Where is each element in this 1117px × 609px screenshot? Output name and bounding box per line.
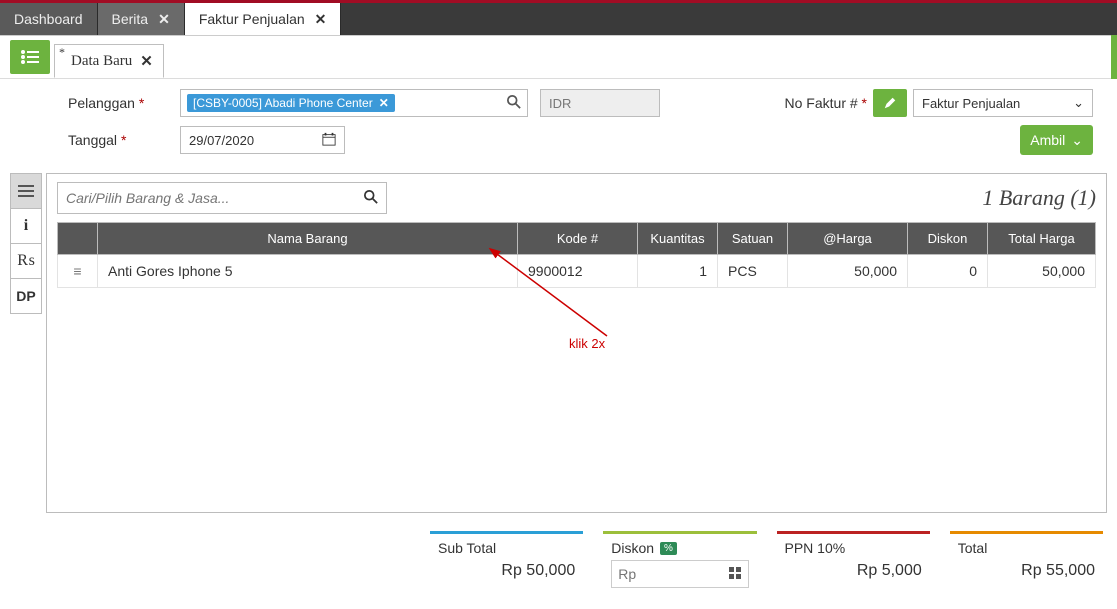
- table-row[interactable]: ≡ Anti Gores Iphone 5 9900012 1 PCS 50,0…: [58, 255, 1096, 288]
- col-diskon: Diskon: [908, 223, 988, 255]
- tab-dashboard-label: Dashboard: [14, 11, 83, 27]
- items-panel: 1 Barang (1) Nama Barang Kode # Kuantita…: [46, 173, 1107, 513]
- pencil-icon: [883, 96, 897, 110]
- pelanggan-input[interactable]: [CSBY-0005] Abadi Phone Center✕: [180, 89, 528, 117]
- tanggal-value: 29/07/2020: [189, 133, 254, 148]
- no-faktur-type-value: Faktur Penjualan: [922, 96, 1020, 111]
- dp-label: DP: [16, 288, 35, 304]
- tanggal-label: Tanggal *: [68, 132, 180, 148]
- main-tabs: Dashboard Berita ✕ Faktur Penjualan ✕: [0, 0, 1117, 35]
- sub-tab-close-icon[interactable]: ✕: [140, 52, 153, 71]
- total-grand-label: Total: [958, 540, 1095, 556]
- cell-diskon[interactable]: 0: [908, 255, 988, 288]
- cell-nama[interactable]: Anti Gores Iphone 5: [98, 255, 518, 288]
- search-icon[interactable]: [364, 190, 378, 207]
- total-sub: Sub Total Rp 50,000: [430, 531, 583, 594]
- cell-satuan[interactable]: PCS: [718, 255, 788, 288]
- right-panel-handle[interactable]: [1111, 35, 1117, 79]
- total-diskon-label: Diskon: [611, 540, 654, 556]
- list-menu-button[interactable]: [10, 40, 50, 74]
- vtab-dp[interactable]: DP: [10, 278, 42, 314]
- diskon-input[interactable]: [618, 566, 713, 582]
- pelanggan-label: Pelanggan *: [68, 95, 180, 111]
- cell-kuantitas[interactable]: 1: [638, 255, 718, 288]
- total-sub-label: Sub Total: [438, 540, 575, 556]
- col-harga: @Harga: [788, 223, 908, 255]
- total-grand: Total Rp 55,000: [950, 531, 1103, 594]
- no-faktur-type-select[interactable]: Faktur Penjualan ⌄: [913, 89, 1093, 117]
- cell-kode[interactable]: 9900012: [518, 255, 638, 288]
- total-sub-value: Rp 50,000: [438, 562, 575, 580]
- row-handle-icon[interactable]: ≡: [58, 255, 98, 288]
- tab-dashboard[interactable]: Dashboard: [0, 3, 98, 35]
- col-nama: Nama Barang: [98, 223, 518, 255]
- item-count: 1 Barang (1): [982, 185, 1096, 211]
- currency-icon: ₨: [17, 252, 35, 270]
- tab-berita-close-icon[interactable]: ✕: [158, 11, 170, 28]
- lines-icon: [18, 184, 34, 198]
- tab-berita[interactable]: Berita ✕: [98, 3, 185, 35]
- col-total: Total Harga: [988, 223, 1096, 255]
- pelanggan-search-icon[interactable]: [507, 95, 521, 112]
- items-table: Nama Barang Kode # Kuantitas Satuan @Har…: [57, 222, 1096, 288]
- keypad-icon[interactable]: [728, 566, 742, 583]
- tab-faktur-penjualan[interactable]: Faktur Penjualan ✕: [185, 3, 342, 35]
- total-diskon: Diskon%: [603, 531, 756, 594]
- cell-harga[interactable]: 50,000: [788, 255, 908, 288]
- sub-tab-label: Data Baru: [71, 53, 132, 70]
- edit-no-faktur-button[interactable]: [873, 89, 907, 117]
- total-ppn: PPN 10% Rp 5,000: [777, 531, 930, 594]
- col-handle: [58, 223, 98, 255]
- chevron-down-icon: ⌄: [1073, 95, 1084, 111]
- item-search[interactable]: [57, 182, 387, 214]
- total-ppn-label: PPN 10%: [785, 540, 922, 556]
- chevron-down-icon: ⌄: [1071, 132, 1083, 149]
- vtab-currency[interactable]: ₨: [10, 243, 42, 279]
- pelanggan-chip-remove-icon[interactable]: ✕: [379, 96, 389, 110]
- cell-total[interactable]: 50,000: [988, 255, 1096, 288]
- item-search-input[interactable]: [66, 190, 346, 206]
- ambil-button[interactable]: Ambil⌄: [1020, 125, 1093, 155]
- sub-tab-data-baru[interactable]: * Data Baru ✕: [54, 44, 164, 78]
- total-grand-value: Rp 55,000: [958, 562, 1095, 580]
- percent-badge[interactable]: %: [660, 542, 677, 555]
- sub-bar: * Data Baru ✕: [0, 35, 1117, 79]
- tab-faktur-close-icon[interactable]: ✕: [315, 11, 327, 28]
- col-kode: Kode #: [518, 223, 638, 255]
- vtab-lines[interactable]: [10, 173, 42, 209]
- no-faktur-label: No Faktur # *: [785, 95, 867, 111]
- tab-berita-label: Berita: [112, 11, 149, 27]
- col-satuan: Satuan: [718, 223, 788, 255]
- vtab-info[interactable]: i: [10, 208, 42, 244]
- list-icon: [21, 50, 39, 64]
- pelanggan-chip: [CSBY-0005] Abadi Phone Center✕: [187, 94, 395, 112]
- currency-display: IDR: [540, 89, 660, 117]
- col-kuantitas: Kuantitas: [638, 223, 718, 255]
- tab-faktur-label: Faktur Penjualan: [199, 11, 305, 27]
- info-icon: i: [24, 217, 28, 235]
- total-ppn-value: Rp 5,000: [785, 562, 922, 580]
- unsaved-indicator: *: [59, 45, 65, 60]
- calendar-icon[interactable]: [322, 132, 336, 149]
- tanggal-input[interactable]: 29/07/2020: [180, 126, 345, 154]
- form-zone: Pelanggan * [CSBY-0005] Abadi Phone Cent…: [0, 79, 1117, 173]
- vertical-tabs: i ₨ DP: [10, 173, 42, 513]
- totals-bar: Sub Total Rp 50,000 Diskon% PPN 10% Rp 5…: [0, 513, 1117, 608]
